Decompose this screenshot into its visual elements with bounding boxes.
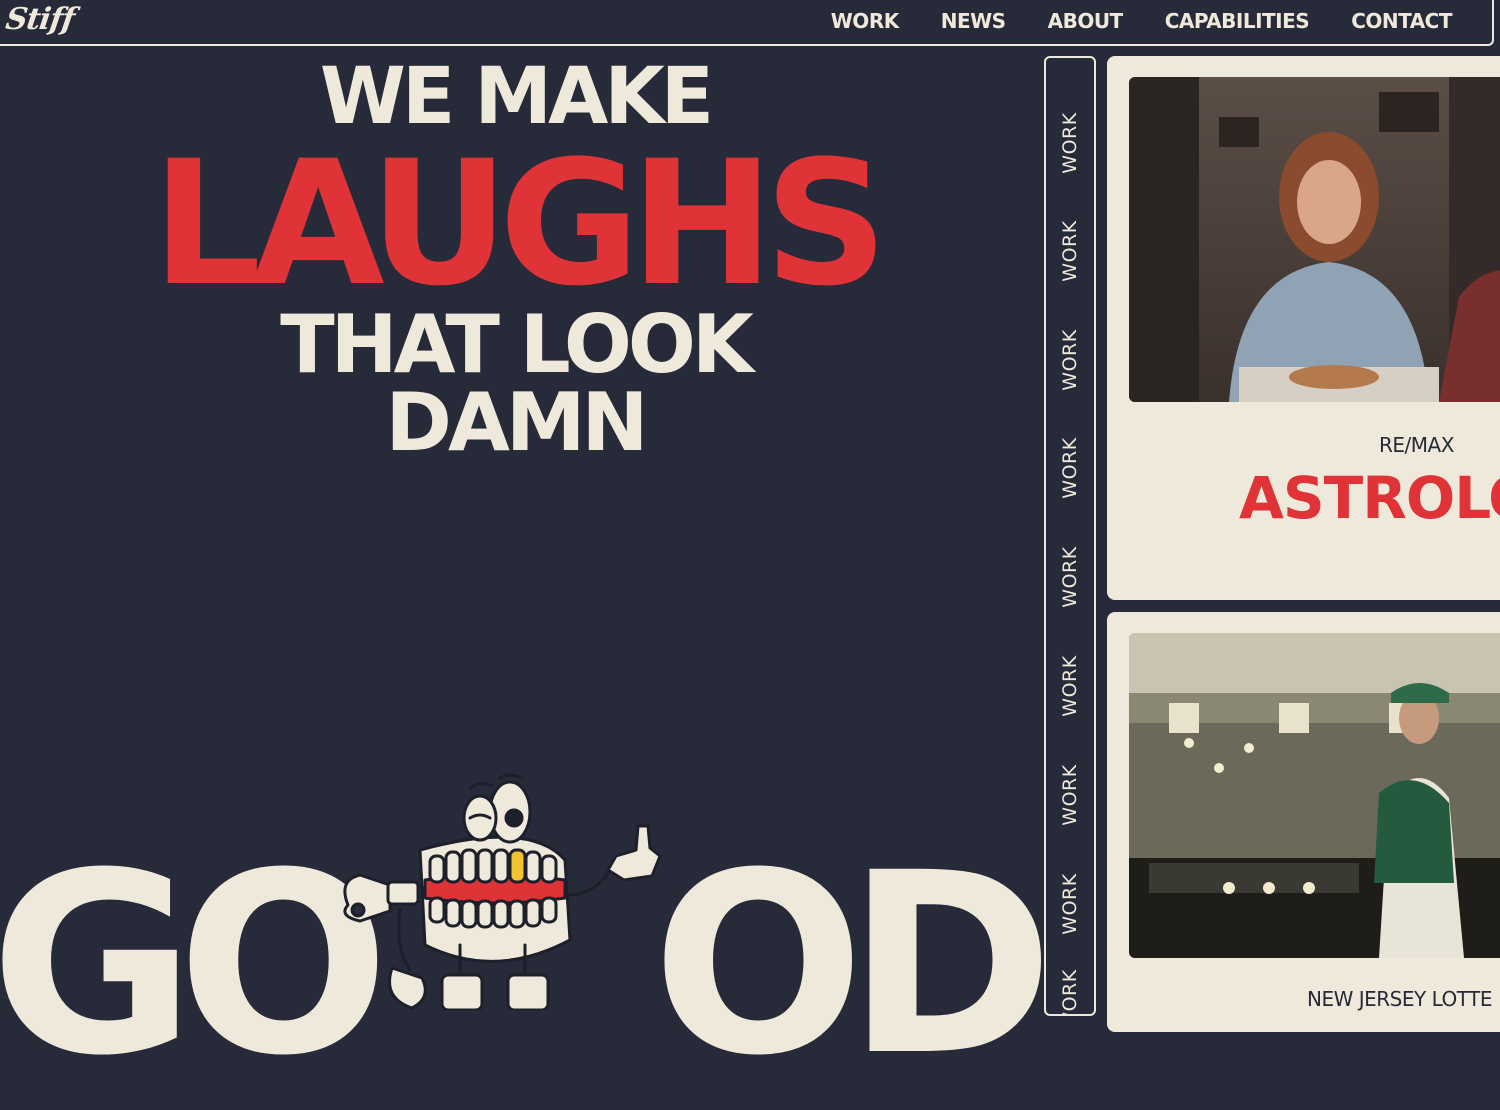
rail-work-label[interactable]: WORK	[1059, 873, 1081, 934]
nav-about[interactable]: ABOUT	[1048, 9, 1124, 33]
work-card-thumbnail[interactable]	[1129, 77, 1500, 402]
hero-line-that-look: THAT LOOK	[280, 298, 754, 391]
rail-work-label[interactable]: WORK	[1059, 764, 1081, 825]
rail-work-label[interactable]: WORK	[1059, 329, 1081, 390]
rail-work-label[interactable]: WORK	[1059, 220, 1081, 281]
nav-work[interactable]: WORK	[831, 9, 899, 33]
rail-work-label[interactable]: WORK	[1059, 969, 1081, 1014]
work-rail[interactable]: WORK WORK WORK WORK WORK WORK WORK WORK …	[1044, 56, 1096, 1016]
rail-work-label[interactable]: WORK	[1059, 112, 1081, 173]
wind-up-teeth-mascot	[343, 773, 662, 1010]
rail-work-label[interactable]: WORK	[1059, 546, 1081, 607]
rail-work-label[interactable]: WORK	[1059, 655, 1081, 716]
work-card-client: RE/MAX	[1379, 433, 1454, 457]
work-card[interactable]: NEW JERSEY LOTTE	[1107, 612, 1500, 1032]
work-card-thumbnail[interactable]	[1129, 633, 1500, 958]
work-card-client: NEW JERSEY LOTTE	[1307, 987, 1492, 1011]
hero-line-laughs: LAUGHS	[151, 123, 888, 324]
nav-capabilities[interactable]: CAPABILITIES	[1165, 9, 1310, 33]
rail-work-label[interactable]: WORK	[1059, 437, 1081, 498]
site-header: Stiff WORK NEWS ABOUT CAPABILITIES CONTA…	[0, 0, 1494, 46]
work-card[interactable]: RE/MAX ASTROLO	[1107, 56, 1500, 600]
hero-line-damn: DAMN	[385, 376, 649, 469]
nav-news[interactable]: NEWS	[941, 9, 1006, 33]
stiff-logo[interactable]: Stiff	[4, 2, 77, 37]
diner-scene-image	[1129, 77, 1500, 402]
lottery-stage-image	[1129, 633, 1500, 958]
work-card-title[interactable]: ASTROLO	[1239, 464, 1500, 532]
hero-good-left: GO	[0, 819, 390, 1110]
nav-contact[interactable]: CONTACT	[1351, 9, 1452, 33]
hero-good-right: OD	[652, 819, 1054, 1110]
main-nav: WORK NEWS ABOUT CAPABILITIES CONTACT	[789, 9, 1453, 33]
